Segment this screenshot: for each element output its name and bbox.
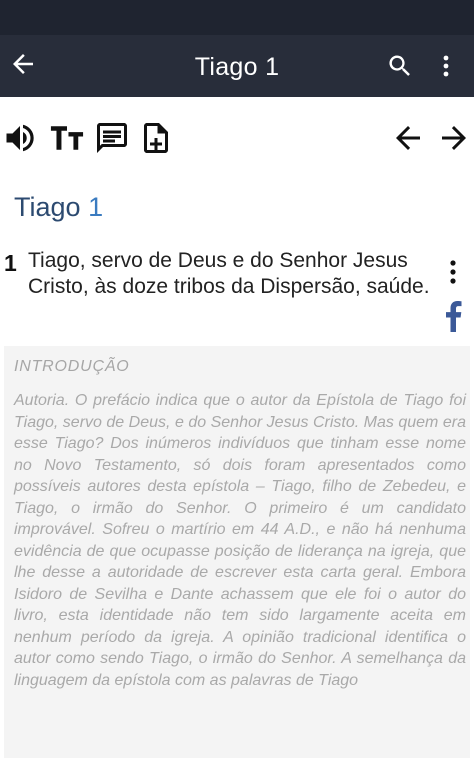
intro-heading: INTRODUÇÃO: [14, 358, 130, 375]
chapter-heading: Tiago 1: [14, 192, 103, 223]
verse-number: 1: [4, 250, 17, 276]
next-chapter-arrow-icon[interactable]: [436, 120, 474, 156]
reader-toolbar: [0, 108, 474, 168]
verse-more-vert-icon[interactable]: [446, 258, 460, 288]
verse-text[interactable]: Tiago, servo de Deus e do Senhor Jesus C…: [28, 248, 438, 300]
prev-chapter-arrow-icon[interactable]: [390, 120, 428, 156]
comment-icon[interactable]: [94, 120, 132, 156]
note-add-icon[interactable]: [138, 120, 176, 156]
more-vert-icon[interactable]: [434, 52, 458, 80]
facebook-icon[interactable]: [443, 300, 463, 332]
status-bar: [0, 0, 474, 35]
app-bar: Tiago 1: [0, 35, 474, 97]
chapter-book: Tiago: [14, 192, 81, 222]
chapter-number: 1: [88, 192, 104, 222]
text-size-icon[interactable]: [48, 120, 86, 156]
search-icon[interactable]: [386, 52, 414, 80]
introduction-panel: INTRODUÇÃO Autoria. O prefácio indica qu…: [4, 346, 470, 758]
intro-body: Autoria. O prefácio indica que o autor d…: [14, 392, 466, 689]
volume-icon[interactable]: [2, 120, 40, 156]
